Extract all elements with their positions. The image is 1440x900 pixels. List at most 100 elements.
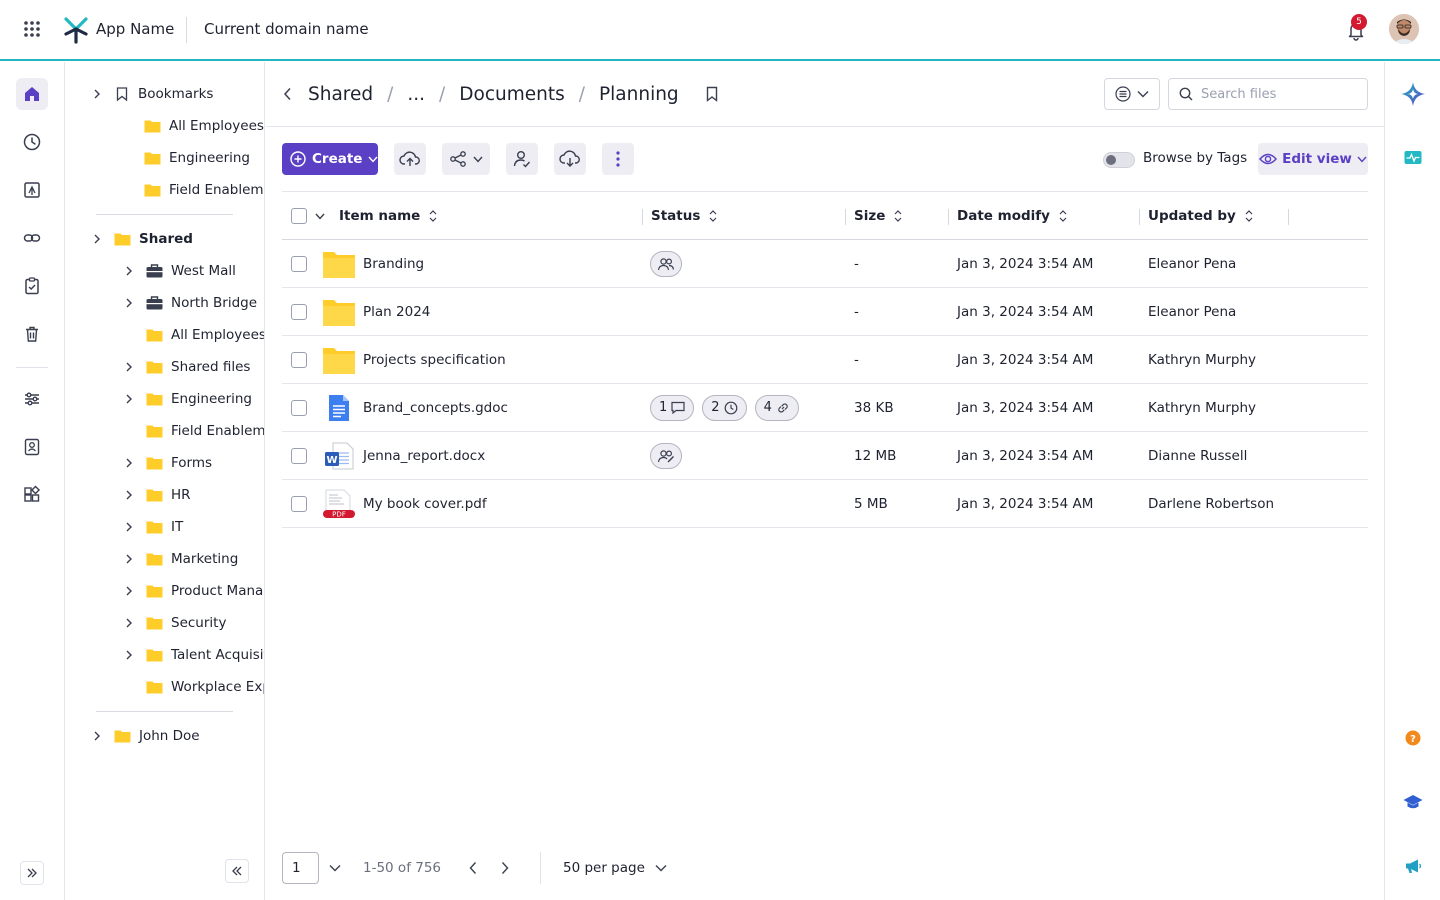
column-header-status[interactable]: Status xyxy=(651,192,718,240)
chevron-right-icon[interactable] xyxy=(124,618,144,628)
back-arrow-icon[interactable] xyxy=(282,87,294,101)
item-name[interactable]: Projects specification xyxy=(363,352,506,368)
tree-item-shared-child[interactable]: Shared files xyxy=(124,354,250,380)
tree-item-shared-child[interactable]: Forms xyxy=(124,450,212,476)
view-mode-dropdown[interactable] xyxy=(1104,78,1160,110)
status-pill[interactable] xyxy=(650,250,682,277)
sort-icon[interactable] xyxy=(708,209,718,223)
table-row[interactable]: PDF My book cover.pdf 5 MB Jan 3, 2024 3:54… xyxy=(282,480,1368,528)
tree-item-shared-child[interactable]: Talent Acquisition xyxy=(124,642,264,668)
item-name[interactable]: Plan 2024 xyxy=(363,304,430,320)
row-checkbox[interactable] xyxy=(291,303,307,320)
chevron-right-icon[interactable] xyxy=(124,298,144,308)
breadcrumb-item-documents[interactable]: Documents xyxy=(459,84,564,105)
name-cell[interactable]: Brand_concepts.gdoc xyxy=(322,384,508,431)
chevron-right-icon[interactable] xyxy=(92,89,102,99)
row-checkbox[interactable] xyxy=(291,255,307,272)
row-checkbox[interactable] xyxy=(291,351,307,368)
share-button[interactable] xyxy=(442,143,490,175)
next-page-icon[interactable] xyxy=(501,861,509,875)
status-pill[interactable]: 1 xyxy=(650,394,695,421)
chevron-down-icon[interactable] xyxy=(315,213,325,220)
chevron-right-icon[interactable] xyxy=(124,650,144,660)
item-name[interactable]: My book cover.pdf xyxy=(363,496,487,512)
collapse-tree-icon[interactable] xyxy=(225,859,249,883)
tree-item-bookmarks[interactable]: Bookmarks xyxy=(92,81,213,107)
table-row[interactable]: W Jenna_report.docx 12 MB Jan 3, 2024 3:54 … xyxy=(282,432,1368,480)
ai-sparkle-icon[interactable] xyxy=(1399,80,1427,108)
links-icon[interactable] xyxy=(16,222,48,254)
chevron-right-icon[interactable] xyxy=(124,554,144,564)
row-checkbox[interactable] xyxy=(291,399,307,416)
tree-item-shared-child[interactable]: IT xyxy=(124,514,183,540)
page-number-input[interactable]: 1 xyxy=(282,852,319,884)
app-logo-icon[interactable] xyxy=(62,16,90,44)
settings-sliders-icon[interactable] xyxy=(16,383,48,415)
per-page-dropdown[interactable]: 50 per page xyxy=(563,852,667,884)
sort-icon[interactable] xyxy=(1058,209,1068,223)
table-row[interactable]: Branding - Jan 3, 2024 3:54 AM Eleanor Pena xyxy=(282,240,1368,288)
name-cell[interactable]: Branding xyxy=(322,240,424,287)
breadcrumb-item-ellipsis[interactable]: ... xyxy=(407,84,425,105)
chevron-right-icon[interactable] xyxy=(124,522,144,532)
page-dropdown-chevron-icon[interactable] xyxy=(329,864,341,872)
previous-page-icon[interactable] xyxy=(469,861,477,875)
browse-by-tags-toggle[interactable] xyxy=(1103,152,1135,168)
chevron-right-icon[interactable] xyxy=(92,731,102,741)
tree-item-shared-child[interactable]: HR xyxy=(124,482,191,508)
workflow-icon[interactable] xyxy=(16,174,48,206)
sort-icon[interactable] xyxy=(1244,209,1254,223)
app-launcher-icon[interactable] xyxy=(22,19,42,39)
search-box[interactable] xyxy=(1168,78,1368,110)
admin-user-icon[interactable] xyxy=(16,431,48,463)
tree-item-bookmark[interactable]: Engineering xyxy=(144,145,250,171)
row-checkbox[interactable] xyxy=(291,495,307,512)
name-cell[interactable]: W Jenna_report.docx xyxy=(322,432,485,479)
trash-icon[interactable] xyxy=(16,318,48,350)
sort-icon[interactable] xyxy=(428,209,438,223)
tree-item-shared-child[interactable]: Product Management xyxy=(124,578,264,604)
column-header-updated-by[interactable]: Updated by xyxy=(1148,192,1254,240)
tree-item-user[interactable]: John Doe xyxy=(92,723,200,749)
table-row[interactable]: Brand_concepts.gdoc 1 2 4 38 KB Jan 3, 2024 3… xyxy=(282,384,1368,432)
table-row[interactable]: Projects specification - Jan 3, 2024 3:54 … xyxy=(282,336,1368,384)
name-cell[interactable]: Plan 2024 xyxy=(322,288,430,335)
app-name[interactable]: App Name xyxy=(96,20,174,38)
tree-item-shared-child[interactable]: Field Enablement xyxy=(124,418,264,444)
select-all-checkbox[interactable] xyxy=(291,208,307,224)
user-avatar[interactable] xyxy=(1389,14,1419,44)
tree-item-bookmark[interactable]: Field Enablement xyxy=(144,177,264,203)
recent-clock-icon[interactable] xyxy=(16,126,48,158)
chevron-right-icon[interactable] xyxy=(124,394,144,404)
column-header-size[interactable]: Size xyxy=(854,192,903,240)
item-name[interactable]: Jenna_report.docx xyxy=(363,448,485,464)
tree-item-shared-child[interactable]: Marketing xyxy=(124,546,238,572)
tree-item-shared[interactable]: Shared xyxy=(92,226,193,252)
column-header-name[interactable]: Item name xyxy=(339,192,438,240)
home-icon[interactable] xyxy=(16,78,48,110)
chevron-right-icon[interactable] xyxy=(124,266,144,276)
announcements-megaphone-icon[interactable] xyxy=(1399,852,1427,880)
breadcrumb-item-shared[interactable]: Shared xyxy=(308,84,373,105)
chevron-right-icon[interactable] xyxy=(124,362,144,372)
tree-item-shared-child[interactable]: West Mall xyxy=(124,258,236,284)
help-icon[interactable]: ? xyxy=(1399,724,1427,752)
tasks-clipboard-icon[interactable] xyxy=(16,270,48,302)
item-name[interactable]: Branding xyxy=(363,256,424,272)
upload-button[interactable] xyxy=(394,143,426,175)
apps-widgets-icon[interactable] xyxy=(16,479,48,511)
tree-item-shared-child[interactable]: North Bridge xyxy=(124,290,257,316)
table-row[interactable]: Plan 2024 - Jan 3, 2024 3:54 AM Eleanor Pen… xyxy=(282,288,1368,336)
tree-item-shared-child[interactable]: Security xyxy=(124,610,226,636)
chevron-right-icon[interactable] xyxy=(92,234,102,244)
chevron-right-icon[interactable] xyxy=(124,490,144,500)
bookmark-toggle-icon[interactable] xyxy=(705,86,719,102)
row-checkbox[interactable] xyxy=(291,447,307,464)
domain-name[interactable]: Current domain name xyxy=(204,20,369,38)
tree-item-bookmark[interactable]: All Employees xyxy=(144,113,264,139)
learning-graduation-cap-icon[interactable] xyxy=(1399,788,1427,816)
search-input[interactable] xyxy=(1201,86,1351,102)
item-name[interactable]: Brand_concepts.gdoc xyxy=(363,400,508,416)
chevron-right-icon[interactable] xyxy=(124,458,144,468)
more-actions-button[interactable] xyxy=(602,143,634,175)
